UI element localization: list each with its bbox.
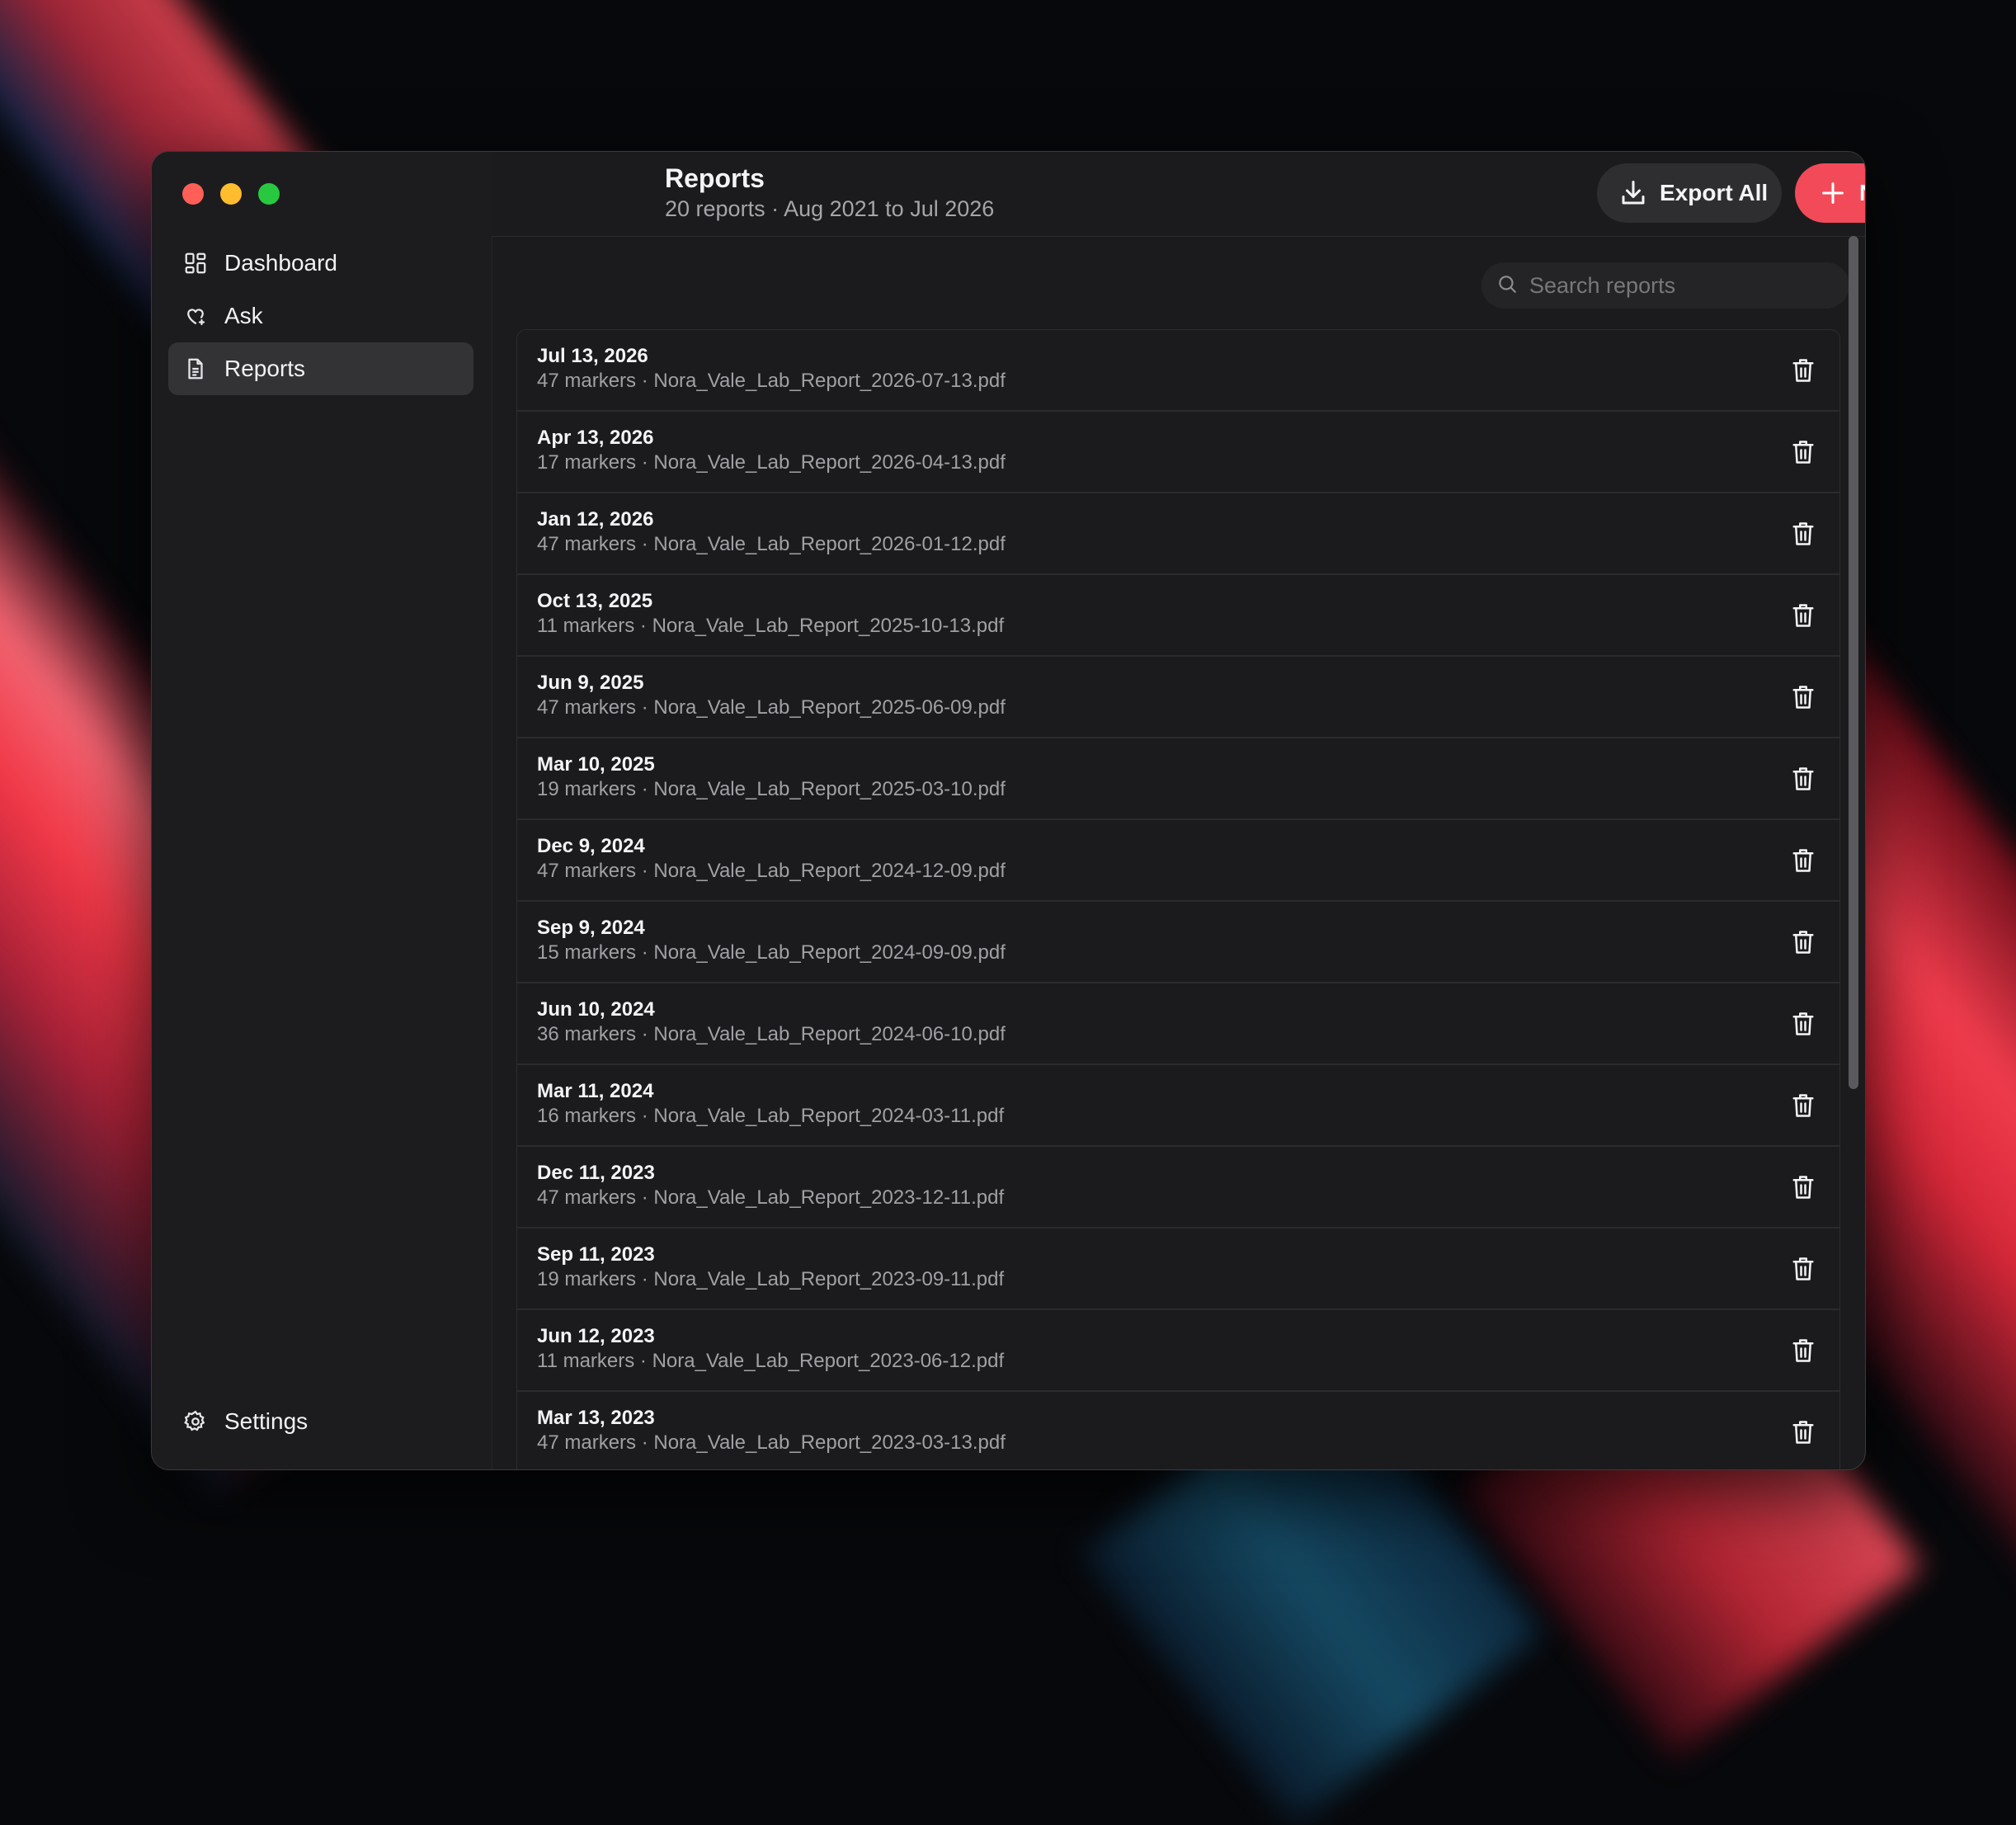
- minimize-window-button[interactable]: [220, 183, 242, 205]
- report-date: Mar 10, 2025: [537, 753, 655, 776]
- trash-icon[interactable]: [1788, 1007, 1818, 1040]
- report-date: Mar 11, 2024: [537, 1080, 654, 1102]
- search-input[interactable]: [1528, 271, 1836, 299]
- new-report-button[interactable]: New Report: [1795, 163, 1865, 223]
- export-all-label: Export All: [1660, 180, 1769, 205]
- report-meta: 15 markers · Nora_Vale_Lab_Report_2024-0…: [537, 941, 1006, 964]
- sidebar-item-settings[interactable]: Settings: [168, 1395, 473, 1448]
- scrollbar-thumb[interactable]: [1849, 236, 1858, 1089]
- new-report-label: New Report: [1859, 180, 1865, 206]
- close-window-button[interactable]: [182, 183, 204, 205]
- trash-icon[interactable]: [1788, 599, 1818, 632]
- reports-list: Jul 13, 2026 47 markers · Nora_Vale_Lab_…: [516, 329, 1840, 1469]
- sidebar-settings: Settings: [168, 1395, 473, 1448]
- download-icon: [1618, 178, 1648, 208]
- report-date: Oct 13, 2025: [537, 590, 653, 612]
- sidebar-item-label: Ask: [224, 303, 263, 328]
- report-row[interactable]: Jan 12, 2026 47 markers · Nora_Vale_Lab_…: [517, 493, 1839, 575]
- reports-content: Jul 13, 2026 47 markers · Nora_Vale_Lab_…: [492, 236, 1865, 1469]
- sidebar-nav: Dashboard Ask Reports: [168, 237, 473, 395]
- report-meta: 47 markers · Nora_Vale_Lab_Report_2023-1…: [537, 1186, 1005, 1209]
- report-meta: 11 markers · Nora_Vale_Lab_Report_2023-0…: [537, 1350, 1005, 1372]
- grid-icon: [181, 249, 210, 277]
- report-row[interactable]: Dec 11, 2023 47 markers · Nora_Vale_Lab_…: [517, 1147, 1839, 1228]
- sidebar: Dashboard Ask Reports Settings: [152, 152, 492, 1469]
- report-row[interactable]: Jun 10, 2024 36 markers · Nora_Vale_Lab_…: [517, 983, 1839, 1065]
- sidebar-item-label: Dashboard: [224, 250, 337, 276]
- report-meta: 16 markers · Nora_Vale_Lab_Report_2024-0…: [537, 1105, 1005, 1127]
- report-row[interactable]: Jun 9, 2025 47 markers · Nora_Vale_Lab_R…: [517, 657, 1839, 738]
- page-subtitle: 20 reports · Aug 2021 to Jul 2026: [665, 196, 995, 221]
- trash-icon[interactable]: [1788, 681, 1818, 714]
- report-meta: 47 markers · Nora_Vale_Lab_Report_2026-0…: [537, 533, 1006, 555]
- report-meta: 47 markers · Nora_Vale_Lab_Report_2024-1…: [537, 860, 1006, 882]
- report-date: Sep 11, 2023: [537, 1243, 655, 1266]
- trash-icon[interactable]: [1788, 354, 1818, 387]
- report-row[interactable]: Oct 13, 2025 11 markers · Nora_Vale_Lab_…: [517, 575, 1839, 657]
- search-icon: [1496, 273, 1518, 299]
- zoom-window-button[interactable]: [258, 183, 280, 205]
- heart-sparkle-icon: [181, 302, 210, 330]
- trash-icon[interactable]: [1788, 1416, 1818, 1449]
- report-date: Apr 13, 2026: [537, 427, 654, 449]
- scrollbar[interactable]: [1849, 236, 1860, 1089]
- window-controls: [182, 183, 280, 205]
- sidebar-item-dashboard[interactable]: Dashboard: [168, 237, 473, 290]
- report-row[interactable]: Sep 9, 2024 15 markers · Nora_Vale_Lab_R…: [517, 902, 1839, 983]
- trash-icon[interactable]: [1788, 926, 1818, 959]
- report-meta: 47 markers · Nora_Vale_Lab_Report_2023-0…: [537, 1431, 1006, 1454]
- report-row[interactable]: Dec 9, 2024 47 markers · Nora_Vale_Lab_R…: [517, 820, 1839, 902]
- app-window: Dashboard Ask Reports Settings Reports 2…: [151, 151, 1866, 1470]
- report-date: Dec 9, 2024: [537, 835, 645, 857]
- report-meta: 36 markers · Nora_Vale_Lab_Report_2024-0…: [537, 1023, 1006, 1045]
- sidebar-item-label: Reports: [224, 356, 306, 381]
- report-meta: 11 markers · Nora_Vale_Lab_Report_2025-1…: [537, 615, 1005, 637]
- report-date: Jul 13, 2026: [537, 345, 648, 367]
- report-row[interactable]: Sep 11, 2023 19 markers · Nora_Vale_Lab_…: [517, 1228, 1839, 1310]
- header: Reports 20 reports · Aug 2021 to Jul 202…: [492, 152, 1865, 237]
- report-date: Jun 10, 2024: [537, 998, 655, 1021]
- report-row[interactable]: Apr 13, 2026 17 markers · Nora_Vale_Lab_…: [517, 412, 1839, 493]
- report-row[interactable]: Jul 13, 2026 47 markers · Nora_Vale_Lab_…: [517, 330, 1839, 412]
- report-date: Mar 13, 2023: [537, 1407, 655, 1429]
- gear-icon: [181, 1408, 210, 1436]
- report-meta: 19 markers · Nora_Vale_Lab_Report_2023-0…: [537, 1268, 1005, 1290]
- search-bar: [1481, 262, 1849, 309]
- trash-icon[interactable]: [1788, 762, 1818, 795]
- trash-icon[interactable]: [1788, 1252, 1818, 1285]
- report-row[interactable]: Mar 11, 2024 16 markers · Nora_Vale_Lab_…: [517, 1065, 1839, 1147]
- settings-label: Settings: [224, 1408, 309, 1434]
- report-meta: 47 markers · Nora_Vale_Lab_Report_2026-0…: [537, 370, 1006, 392]
- report-date: Jun 9, 2025: [537, 672, 644, 694]
- trash-icon[interactable]: [1788, 1171, 1818, 1204]
- report-date: Jun 12, 2023: [537, 1325, 655, 1347]
- report-row[interactable]: Mar 13, 2023 47 markers · Nora_Vale_Lab_…: [517, 1392, 1839, 1469]
- export-all-button[interactable]: Export All: [1597, 163, 1782, 223]
- plus-icon: [1818, 178, 1848, 208]
- trash-icon[interactable]: [1788, 844, 1818, 877]
- sidebar-item-ask[interactable]: Ask: [168, 290, 473, 342]
- report-date: Sep 9, 2024: [537, 917, 645, 939]
- trash-icon[interactable]: [1788, 1334, 1818, 1367]
- trash-icon[interactable]: [1788, 517, 1818, 550]
- report-meta: 47 markers · Nora_Vale_Lab_Report_2025-0…: [537, 696, 1006, 719]
- trash-icon[interactable]: [1788, 1089, 1818, 1122]
- report-date: Dec 11, 2023: [537, 1162, 655, 1184]
- document-icon: [181, 355, 210, 383]
- sidebar-item-reports[interactable]: Reports: [168, 342, 473, 395]
- report-row[interactable]: Mar 10, 2025 19 markers · Nora_Vale_Lab_…: [517, 738, 1839, 820]
- report-meta: 19 markers · Nora_Vale_Lab_Report_2025-0…: [537, 778, 1006, 800]
- page-title: Reports: [665, 163, 765, 193]
- report-date: Jan 12, 2026: [537, 508, 654, 531]
- report-row[interactable]: Jun 12, 2023 11 markers · Nora_Vale_Lab_…: [517, 1310, 1839, 1392]
- report-meta: 17 markers · Nora_Vale_Lab_Report_2026-0…: [537, 451, 1006, 474]
- trash-icon[interactable]: [1788, 436, 1818, 469]
